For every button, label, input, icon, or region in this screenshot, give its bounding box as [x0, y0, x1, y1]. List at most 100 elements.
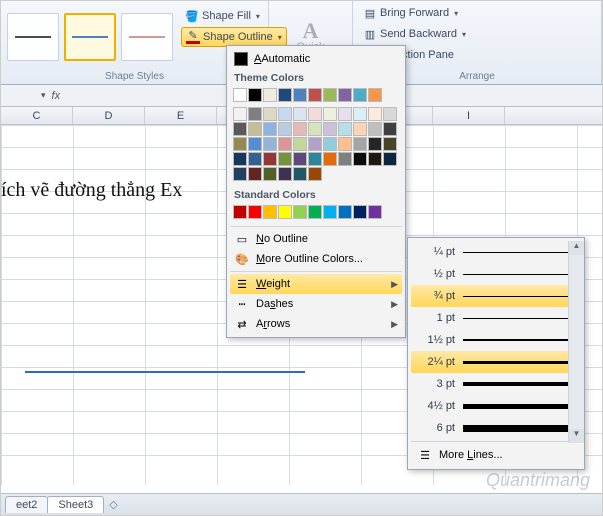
sheet-tab-2[interactable]: eet2	[5, 496, 48, 513]
weight-option[interactable]: ¼ pt	[411, 241, 581, 263]
color-swatch[interactable]	[383, 122, 397, 136]
send-backward-button[interactable]: ▥ Send Backward ▾	[359, 24, 470, 44]
color-swatch[interactable]	[248, 152, 262, 166]
color-swatch[interactable]	[323, 107, 337, 121]
sheet-tab-3[interactable]: Sheet3	[47, 496, 104, 513]
color-swatch[interactable]	[263, 88, 277, 102]
arrows-submenu-trigger[interactable]: ⇄ Arrows ▶	[230, 314, 402, 334]
color-swatch[interactable]	[368, 205, 382, 219]
color-swatch[interactable]	[278, 88, 292, 102]
color-swatch[interactable]	[278, 122, 292, 136]
drawn-shape-line[interactable]	[25, 371, 305, 373]
column-header[interactable]: I	[433, 107, 505, 124]
color-swatch[interactable]	[353, 152, 367, 166]
color-swatch[interactable]	[368, 122, 382, 136]
color-swatch[interactable]	[263, 122, 277, 136]
color-swatch[interactable]	[338, 122, 352, 136]
color-swatch[interactable]	[338, 107, 352, 121]
more-lines[interactable]: ☰ More Lines...	[411, 444, 581, 466]
color-swatch[interactable]	[278, 205, 292, 219]
color-swatch[interactable]	[368, 137, 382, 151]
color-swatch[interactable]	[308, 205, 322, 219]
weight-option[interactable]: 3 pt	[411, 373, 581, 395]
color-swatch[interactable]	[293, 205, 307, 219]
color-swatch[interactable]	[293, 88, 307, 102]
no-outline[interactable]: ▭ No Outline	[230, 229, 402, 249]
color-swatch[interactable]	[278, 167, 292, 181]
column-header[interactable]: C	[1, 107, 73, 124]
color-swatch[interactable]	[233, 137, 247, 151]
color-swatch[interactable]	[293, 107, 307, 121]
weight-option[interactable]: 1½ pt	[411, 329, 581, 351]
style-preset-2[interactable]	[64, 13, 116, 61]
weight-option[interactable]: ½ pt	[411, 263, 581, 285]
weight-option[interactable]: 2¼ pt	[411, 351, 581, 373]
color-swatch[interactable]	[248, 205, 262, 219]
color-swatch[interactable]	[248, 122, 262, 136]
color-swatch[interactable]	[323, 137, 337, 151]
color-swatch[interactable]	[308, 88, 322, 102]
color-swatch[interactable]	[308, 137, 322, 151]
color-swatch[interactable]	[353, 137, 367, 151]
fx-label[interactable]: fx	[52, 90, 61, 102]
color-swatch[interactable]	[383, 107, 397, 121]
weight-submenu-trigger[interactable]: ☰ Weight ▶	[230, 274, 402, 294]
color-swatch[interactable]	[278, 137, 292, 151]
color-swatch[interactable]	[308, 152, 322, 166]
color-swatch[interactable]	[383, 152, 397, 166]
color-swatch[interactable]	[323, 122, 337, 136]
column-header[interactable]: E	[145, 107, 217, 124]
color-swatch[interactable]	[263, 167, 277, 181]
color-swatch[interactable]	[293, 137, 307, 151]
color-swatch[interactable]	[293, 167, 307, 181]
color-swatch[interactable]	[248, 107, 262, 121]
color-swatch[interactable]	[338, 88, 352, 102]
style-preset-3[interactable]	[121, 13, 173, 61]
color-swatch[interactable]	[233, 205, 247, 219]
color-swatch[interactable]	[353, 107, 367, 121]
chevron-down-icon[interactable]: ▾	[41, 90, 46, 101]
new-sheet-icon[interactable]: ◇	[109, 498, 117, 511]
color-swatch[interactable]	[248, 167, 262, 181]
color-swatch[interactable]	[263, 107, 277, 121]
color-swatch[interactable]	[338, 152, 352, 166]
color-swatch[interactable]	[308, 167, 322, 181]
weight-option[interactable]: ¾ pt	[411, 285, 581, 307]
color-swatch[interactable]	[233, 167, 247, 181]
color-swatch[interactable]	[263, 137, 277, 151]
color-swatch[interactable]	[338, 205, 352, 219]
color-swatch[interactable]	[353, 205, 367, 219]
color-swatch[interactable]	[353, 88, 367, 102]
weight-option[interactable]: 6 pt	[411, 417, 581, 439]
color-swatch[interactable]	[383, 137, 397, 151]
weight-option[interactable]: 1 pt	[411, 307, 581, 329]
color-swatch[interactable]	[233, 122, 247, 136]
color-swatch[interactable]	[233, 152, 247, 166]
color-swatch[interactable]	[368, 152, 382, 166]
color-swatch[interactable]	[263, 205, 277, 219]
color-swatch[interactable]	[248, 137, 262, 151]
color-swatch[interactable]	[278, 152, 292, 166]
color-swatch[interactable]	[233, 107, 247, 121]
color-swatch[interactable]	[308, 122, 322, 136]
color-swatch[interactable]	[248, 88, 262, 102]
color-swatch[interactable]	[278, 107, 292, 121]
color-swatch[interactable]	[338, 137, 352, 151]
scroll-up-icon[interactable]: ▲	[569, 241, 584, 255]
bring-forward-button[interactable]: ▤ Bring Forward ▾	[359, 3, 462, 23]
dashes-submenu-trigger[interactable]: ┉ Dashes ▶	[230, 294, 402, 314]
color-swatch[interactable]	[263, 152, 277, 166]
color-swatch[interactable]	[293, 122, 307, 136]
color-swatch[interactable]	[233, 88, 247, 102]
color-swatch[interactable]	[353, 122, 367, 136]
color-swatch[interactable]	[293, 152, 307, 166]
scroll-down-icon[interactable]: ▼	[569, 429, 584, 443]
color-swatch[interactable]	[308, 107, 322, 121]
style-preset-1[interactable]	[7, 13, 59, 61]
more-outline-colors[interactable]: 🎨 More Outline Colors...	[230, 249, 402, 269]
column-header[interactable]: D	[73, 107, 145, 124]
weight-option[interactable]: 4½ pt	[411, 395, 581, 417]
color-swatch[interactable]	[323, 205, 337, 219]
color-swatch[interactable]	[323, 152, 337, 166]
automatic-color[interactable]: AAutomatic	[230, 49, 402, 69]
